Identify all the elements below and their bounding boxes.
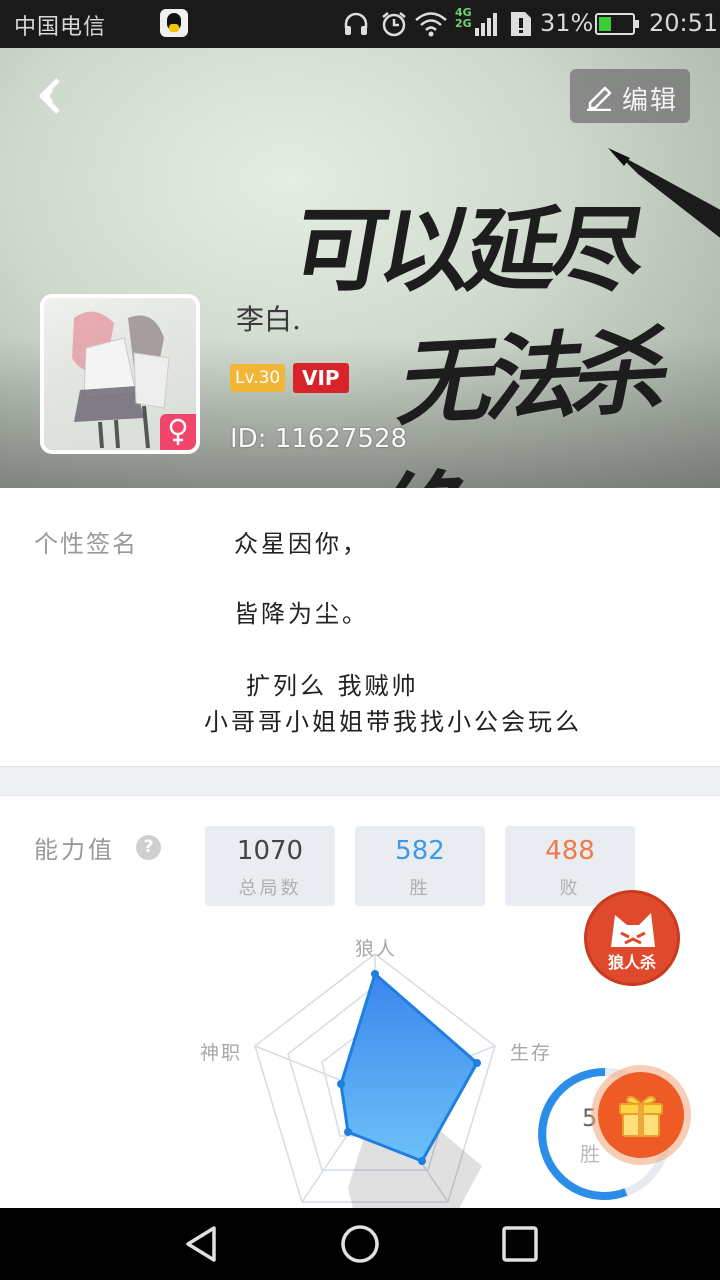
female-badge — [160, 414, 196, 450]
stat-total-games: 1070 总局数 — [205, 826, 335, 906]
status-bar: 中国电信 4G 2G 31% 20:51 — [0, 0, 720, 48]
section-divider — [0, 766, 720, 796]
signature-label: 个性签名 — [34, 530, 138, 558]
radar-point — [337, 1080, 345, 1088]
ability-section: 能力值 ? 1070 总局数 582 胜 488 败 狼人 生存 神职 狼人杀 … — [0, 796, 720, 1208]
alarm-icon — [382, 12, 406, 37]
background-calligraphy-line1: 可以延尽 — [285, 196, 649, 304]
stat-value: 488 — [545, 836, 595, 866]
stat-value: 1070 — [236, 836, 304, 866]
stat-wins: 582 胜 — [355, 826, 485, 906]
battery-percent: 31% — [540, 9, 594, 37]
signature-line: 众星因你， — [234, 530, 369, 558]
radar-point — [371, 970, 379, 978]
winrate-caption: 胜 — [580, 1142, 600, 1166]
battery-icon — [595, 13, 639, 35]
nav-home-icon[interactable] — [340, 1224, 380, 1264]
help-icon[interactable]: ? — [136, 835, 161, 860]
gift-icon — [619, 1095, 663, 1137]
vip-badge: VIP — [293, 363, 349, 393]
signature-line: 小哥哥小姐姐带我找小公会玩么 — [204, 708, 582, 736]
nav-back-icon[interactable] — [182, 1224, 222, 1264]
level-badge: Lv.30 — [230, 364, 286, 392]
stat-caption: 胜 — [409, 878, 431, 899]
profile-header: 编辑 可以延尽 无法杀绝 李白. Lv.30 VIP ID: 11627528 — [0, 48, 720, 488]
signature-line: 扩列么 我贼帅 — [246, 672, 419, 700]
radar-value-area — [339, 971, 479, 1163]
edit-button[interactable]: 编辑 — [570, 69, 690, 123]
signature-section: 个性签名 众星因你， 皆降为尘。 扩列么 我贼帅 小哥哥小姐姐带我找小公会玩么 — [0, 488, 720, 766]
nav-recents-icon[interactable] — [500, 1224, 540, 1264]
system-navigation-bar — [0, 1208, 720, 1280]
radar-axis-werewolf: 狼人 — [355, 938, 398, 960]
stat-value: 582 — [395, 836, 445, 866]
game-logo-text: 狼人杀 — [607, 953, 656, 972]
qq-icon — [160, 9, 188, 37]
radar-point — [473, 1059, 481, 1067]
winrate-value: 5 — [582, 1104, 598, 1132]
avatar[interactable] — [40, 294, 200, 454]
wolf-head-icon — [611, 913, 655, 947]
radar-point — [418, 1157, 426, 1165]
ability-label: 能力值 — [34, 836, 115, 864]
sim-icon — [511, 12, 531, 36]
signal-icon: 4G 2G — [455, 7, 499, 38]
radar-axis-god: 神职 — [200, 1042, 243, 1064]
back-button[interactable] — [30, 74, 74, 118]
ability-radar-chart — [254, 953, 496, 1208]
wifi-icon — [415, 12, 447, 37]
carrier-name: 中国电信 — [14, 15, 107, 40]
pencil-icon — [587, 86, 612, 111]
clock: 20:51 — [649, 9, 719, 37]
stat-caption: 总局数 — [238, 878, 302, 899]
radar-axis-survival: 生存 — [510, 1042, 553, 1064]
werewolf-game-logo[interactable]: 狼人杀 — [584, 890, 680, 986]
user-id: ID: 11627528 — [230, 424, 408, 454]
gift-button[interactable] — [598, 1072, 684, 1158]
username: 李白. — [236, 303, 301, 336]
radar-point — [344, 1128, 352, 1136]
back-arrow-icon — [39, 78, 60, 114]
female-icon — [169, 418, 187, 445]
background-calligraphy-line2: 无法杀绝 — [364, 316, 674, 488]
edit-label: 编辑 — [622, 86, 679, 116]
signature-line: 皆降为尘。 — [234, 600, 369, 628]
headphone-icon — [344, 12, 368, 35]
